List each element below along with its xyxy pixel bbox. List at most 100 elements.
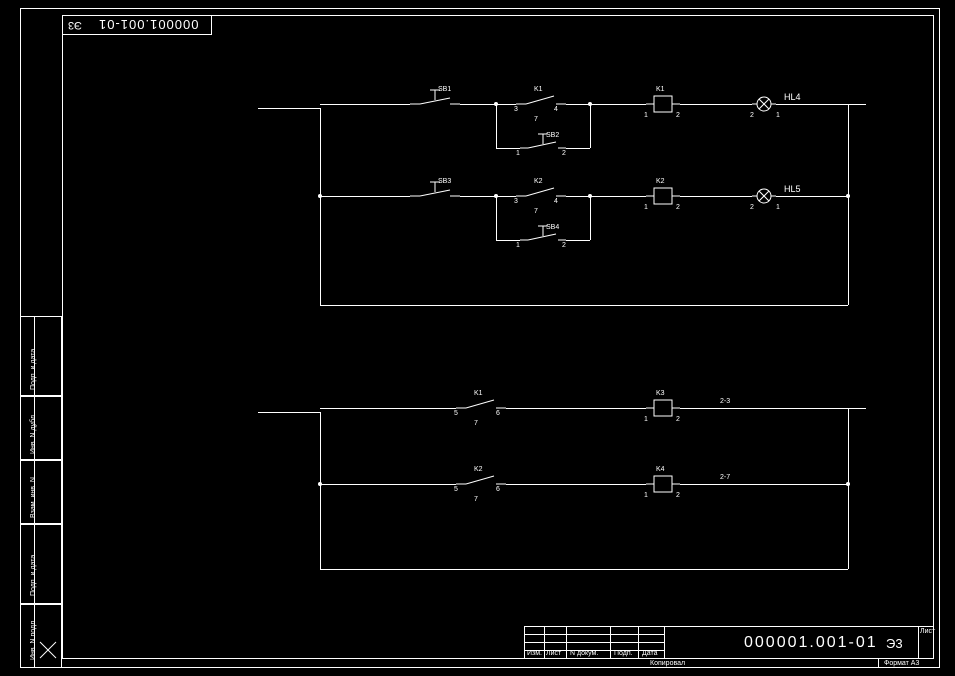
sb3-label: SB3 bbox=[438, 178, 451, 185]
k1-contact-label: K1 bbox=[534, 86, 543, 93]
c2r1-seg1 bbox=[320, 408, 456, 409]
c1r2-seg5 bbox=[776, 196, 848, 197]
c1-right-bus bbox=[848, 104, 849, 305]
k4-coil-symbol bbox=[646, 476, 680, 492]
node-c1r1-a bbox=[494, 102, 498, 106]
k1b-pin5: 5 bbox=[454, 410, 458, 417]
hl5-pin2: 2 bbox=[750, 204, 754, 211]
k2-pin4: 4 bbox=[554, 198, 558, 205]
c2r2-seg2 bbox=[506, 484, 646, 485]
c1r1-seg5 bbox=[776, 104, 848, 105]
k2-coil-label: K2 bbox=[656, 178, 665, 185]
c1r1-seg1 bbox=[320, 104, 410, 105]
sb2-v-right bbox=[590, 104, 591, 148]
c1r1-seg2 bbox=[460, 104, 516, 105]
sidebar-lbl-inv-n-podl: Инв. N подл. bbox=[30, 619, 37, 660]
sb2-v-left bbox=[496, 104, 497, 148]
sidebar-lbl-podp-data2: Подп. и дата. bbox=[30, 347, 37, 390]
k1b-pin6: 6 bbox=[496, 410, 500, 417]
k3-coil-pin1: 1 bbox=[644, 416, 648, 423]
node-c1r2-b bbox=[588, 194, 592, 198]
k2b-pin6: 6 bbox=[496, 486, 500, 493]
k1-contact-symbol bbox=[516, 94, 566, 108]
footer-kopiroval: Копировал bbox=[650, 660, 685, 667]
c2-stub-left bbox=[258, 412, 320, 413]
sb4-pin1: 1 bbox=[516, 242, 520, 249]
sidebar-lbl-vzam-inv: Взам. инв. N bbox=[30, 477, 37, 518]
c2-left-bus bbox=[320, 412, 321, 569]
sb4-v-left bbox=[496, 196, 497, 240]
inner-frame bbox=[62, 15, 934, 659]
sb2-label: SB2 bbox=[546, 132, 559, 139]
k3-coil-symbol bbox=[646, 400, 680, 416]
c2-stub-right bbox=[848, 408, 866, 409]
sb4-h-right bbox=[566, 240, 590, 241]
node-c2-right-bus bbox=[846, 482, 850, 486]
sb4-v-right bbox=[590, 196, 591, 240]
type-code: Э3 bbox=[886, 636, 903, 651]
k2b-pin5: 5 bbox=[454, 486, 458, 493]
sb2-pin2: 2 bbox=[562, 150, 566, 157]
k2b-label: K2 bbox=[474, 466, 483, 473]
type-code-top: Э3 bbox=[68, 19, 82, 31]
sidebar-lbl-inv-n-dubl: Инв. N дубл. bbox=[30, 413, 37, 454]
node-c1-left-bus bbox=[318, 194, 322, 198]
footer-div1 bbox=[878, 659, 879, 668]
k2b-pin7: 7 bbox=[474, 496, 478, 503]
c2r2-seg1 bbox=[320, 484, 456, 485]
hl4-symbol bbox=[752, 96, 776, 112]
c2r2-seg3 bbox=[680, 484, 848, 485]
k2-contact-symbol bbox=[516, 186, 566, 200]
net23-label: 2-3 bbox=[720, 398, 730, 405]
node-c1r2-a bbox=[494, 194, 498, 198]
sidebar-podp-data1 bbox=[20, 524, 62, 604]
sb4-pin2: 2 bbox=[562, 242, 566, 249]
sb4-label: SB4 bbox=[546, 224, 559, 231]
k2-coil-pin1: 1 bbox=[644, 204, 648, 211]
c1r2-seg1 bbox=[320, 196, 410, 197]
c2-bottom-closure bbox=[320, 569, 848, 570]
c2r1-seg2 bbox=[506, 408, 646, 409]
node-c1-right-bus bbox=[846, 194, 850, 198]
hl5-label: HL5 bbox=[784, 184, 801, 194]
hl4-pin1: 1 bbox=[776, 112, 780, 119]
list-corner: Лист bbox=[920, 628, 935, 635]
k2-coil-symbol bbox=[646, 188, 680, 204]
k2-coil-pin2: 2 bbox=[676, 204, 680, 211]
c1r2-seg3 bbox=[566, 196, 646, 197]
k4-coil-pin2: 2 bbox=[676, 492, 680, 499]
c1r1-seg3 bbox=[566, 104, 646, 105]
k1b-pin7: 7 bbox=[474, 420, 478, 427]
hl5-pin1: 1 bbox=[776, 204, 780, 211]
c1-stub-right bbox=[848, 104, 866, 105]
tb-row1 bbox=[524, 634, 664, 635]
sidebar-vzam-inv bbox=[20, 460, 62, 524]
sb2-h-right bbox=[566, 148, 590, 149]
k3-coil-pin2: 2 bbox=[676, 416, 680, 423]
c1-left-bus bbox=[320, 108, 321, 305]
tb-row2 bbox=[524, 642, 664, 643]
sb2-h-left bbox=[496, 148, 520, 149]
hl5-symbol bbox=[752, 188, 776, 204]
k1-coil-symbol bbox=[646, 96, 680, 112]
footer-format: Формат A3 bbox=[884, 660, 919, 667]
k1-pin7a: 7 bbox=[534, 116, 538, 123]
k2-pin3: 3 bbox=[514, 198, 518, 205]
tb-col5 bbox=[664, 626, 665, 659]
sb3-symbol bbox=[410, 180, 460, 200]
sidebar-podp-data2 bbox=[20, 316, 62, 396]
doc-number: 000001.001-01 bbox=[744, 634, 878, 652]
sidebar-x-icon bbox=[38, 640, 58, 660]
k4-coil-label: K4 bbox=[656, 466, 665, 473]
c1r2-seg2 bbox=[460, 196, 516, 197]
sb2-pin1: 1 bbox=[516, 150, 520, 157]
doc-number-top: 000001.001-01 bbox=[98, 17, 198, 32]
k4-coil-pin1: 1 bbox=[644, 492, 648, 499]
sb4-h-left bbox=[496, 240, 520, 241]
node-c1r1-b bbox=[588, 102, 592, 106]
c1r1-seg4 bbox=[680, 104, 752, 105]
sb1-label: SB1 bbox=[438, 86, 451, 93]
c2-right-bus bbox=[848, 408, 849, 569]
sidebar-inv-n-dubl bbox=[20, 396, 62, 460]
c1-stub-left bbox=[258, 108, 320, 109]
